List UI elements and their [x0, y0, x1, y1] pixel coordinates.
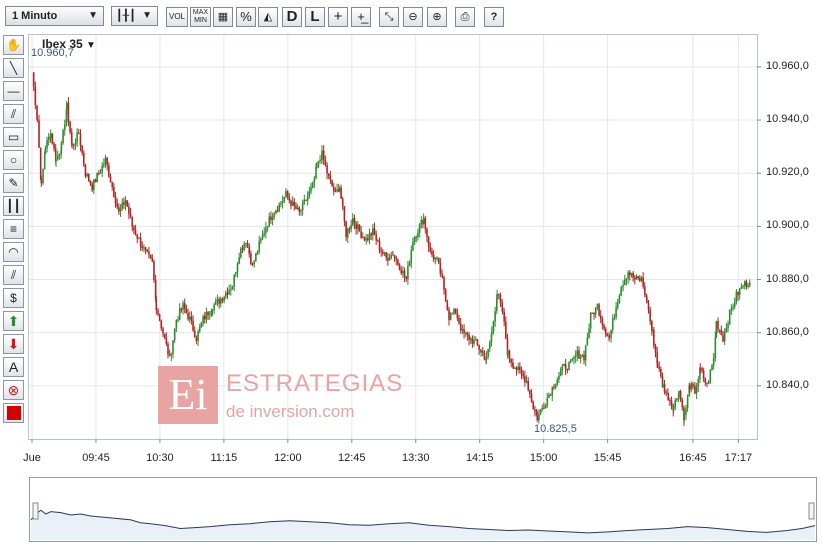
navigator-handle[interactable] [32, 502, 39, 520]
navigator-area [31, 510, 815, 540]
navigator-handle[interactable] [808, 502, 815, 520]
navigator-chart [30, 502, 816, 540]
